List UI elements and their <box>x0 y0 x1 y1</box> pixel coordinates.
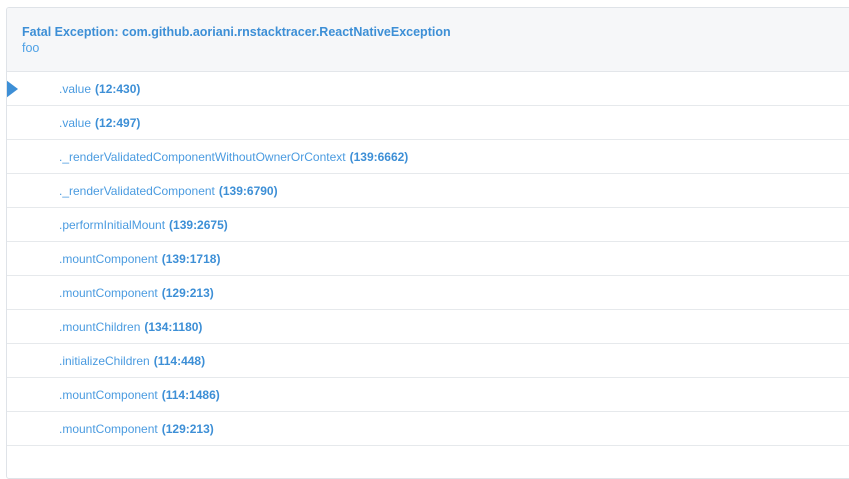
stack-frame-row[interactable]: .mountComponent (139:1718) <box>7 242 849 276</box>
stack-frame-row[interactable]: .mountChildren (134:1180) <box>7 310 849 344</box>
exception-message: foo <box>22 41 40 55</box>
exception-header: Fatal Exception: com.github.aoriani.rnst… <box>7 8 849 72</box>
frame-location: (114:1486) <box>161 387 220 402</box>
frame-method: ._renderValidatedComponent <box>59 183 215 198</box>
stack-frame-row[interactable]: .value (12:430) <box>7 72 849 106</box>
stack-frame-row[interactable]: .mountComponent (114:1486) <box>7 378 849 412</box>
frame-method: .mountChildren <box>59 319 141 334</box>
stack-frame-row[interactable]: ._renderValidatedComponent (139:6790) <box>7 174 849 208</box>
frame-method: ._renderValidatedComponentWithoutOwnerOr… <box>59 149 346 164</box>
frame-location: (139:1718) <box>161 251 221 266</box>
stack-frame-row[interactable]: .initializeChildren (114:448) <box>7 344 849 378</box>
frame-location: (114:448) <box>153 353 206 368</box>
frame-location: (134:1180) <box>144 319 203 334</box>
stack-frame-row[interactable]: ._renderValidatedComponentWithoutOwnerOr… <box>7 140 849 174</box>
stack-frame-list: .value (12:430) .value (12:497) ._render… <box>7 72 849 446</box>
stack-frame-row[interactable]: .mountComponent (129:213) <box>7 276 849 310</box>
stack-frame-row[interactable]: .value (12:497) <box>7 106 849 140</box>
frame-location: (12:497) <box>95 115 141 130</box>
frame-method: .value <box>59 115 92 130</box>
stack-trace-panel: Fatal Exception: com.github.aoriani.rnst… <box>6 7 849 479</box>
frame-method: .mountComponent <box>59 387 158 402</box>
frame-location: (12:430) <box>95 81 141 96</box>
frame-method: .mountComponent <box>59 251 158 266</box>
frame-location: (129:213) <box>161 285 214 300</box>
stack-frame-row[interactable]: .performInitialMount (139:2675) <box>7 208 849 242</box>
frame-method: .value <box>59 81 92 96</box>
frame-method: .performInitialMount <box>59 217 166 232</box>
frame-location: (139:2675) <box>169 217 228 232</box>
frame-location: (139:6662) <box>349 149 409 164</box>
active-frame-arrow-icon <box>7 80 18 98</box>
frame-location: (139:6790) <box>218 183 278 198</box>
frame-location: (129:213) <box>161 421 214 436</box>
exception-title: Fatal Exception: com.github.aoriani.rnst… <box>22 25 451 39</box>
frame-method: .mountComponent <box>59 421 158 436</box>
frame-method: .mountComponent <box>59 285 158 300</box>
stack-frame-row[interactable]: .mountComponent (129:213) <box>7 412 849 446</box>
frame-method: .initializeChildren <box>59 353 150 368</box>
